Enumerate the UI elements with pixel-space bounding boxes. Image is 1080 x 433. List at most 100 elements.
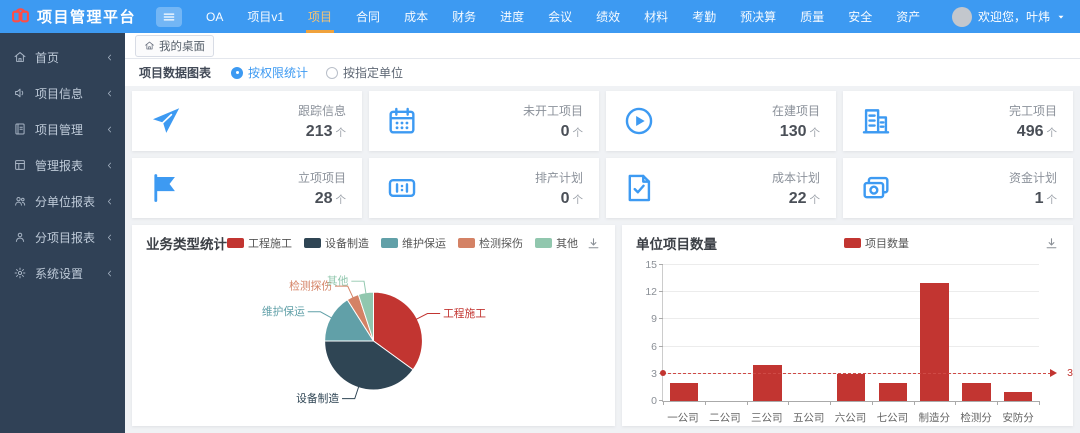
download-icon (586, 236, 601, 251)
top-menu-item-材料[interactable]: 材料 (632, 0, 680, 33)
top-menu-item-进度[interactable]: 进度 (488, 0, 536, 33)
sidebar-item-系统设置[interactable]: 系统设置 (0, 255, 125, 291)
play-circle-icon (622, 104, 656, 138)
sidebar-item-分项目报表[interactable]: 分项目报表 (0, 219, 125, 255)
home-icon (13, 50, 27, 64)
pie-panel: 业务类型统计 工程施工 设备制造 维护保运 检测探伤 其他 (132, 225, 615, 426)
stat-card-成本计划[interactable]: 成本计划 22个 (606, 158, 836, 218)
card-icon-holder (859, 171, 893, 205)
radio-label: 按权限统计 (248, 64, 308, 81)
top-menu-item-财务[interactable]: 财务 (440, 0, 488, 33)
sidebar-item-项目管理[interactable]: 项目管理 (0, 111, 125, 147)
bar-panel-title: 单位项目数量 (636, 233, 717, 253)
top-menu-item-合同[interactable]: 合同 (344, 0, 392, 33)
pie-panel-header: 业务类型统计 工程施工 设备制造 维护保运 检测探伤 其他 (132, 225, 615, 255)
chevron-holder (104, 266, 115, 280)
radio-按权限统计[interactable]: 按权限统计 (231, 64, 308, 81)
top-menu-item-预决算[interactable]: 预决算 (728, 0, 788, 33)
legend-item-检测探伤[interactable]: 检测探伤 (458, 235, 523, 251)
markline-label: 3 (1067, 367, 1073, 379)
bar-chart-area: 03691215 3 一公司二公司三公司五公司六公司七公司制造分检测分安防分 (634, 255, 1039, 424)
pie-panel-title: 业务类型统计 (146, 233, 227, 253)
stat-card-未开工项目[interactable]: 未开工项目 0个 (369, 91, 599, 151)
x-axis-tick (747, 401, 748, 405)
legend-item-工程施工[interactable]: 工程施工 (227, 235, 292, 251)
stat-card-在建项目[interactable]: 在建项目 130个 (606, 91, 836, 151)
top-menu-item-OA[interactable]: OA (194, 0, 235, 33)
card-value: 1个 (1009, 190, 1057, 208)
top-menu-item-绩效[interactable]: 绩效 (584, 0, 632, 33)
bar-六公司[interactable] (837, 374, 865, 401)
bar-制造分[interactable] (920, 283, 948, 401)
sidebar-item-分单位报表[interactable]: 分单位报表 (0, 183, 125, 219)
stat-card-资金计划[interactable]: 资金计划 1个 (843, 158, 1073, 218)
card-unit: 个 (573, 127, 584, 139)
pie-label: 工程施工 (443, 307, 486, 320)
top-menu-item-考勤[interactable]: 考勤 (680, 0, 728, 33)
radio-按指定单位[interactable]: 按指定单位 (326, 64, 403, 81)
sidebar: 首页 项目信息 项目管理 管理报表 分单位报表 分项目报表 系统设置 (0, 33, 125, 433)
bar-安防分[interactable] (1004, 392, 1032, 401)
x-axis-label: 一公司 (662, 406, 704, 422)
bar-三公司[interactable] (753, 365, 781, 401)
top-menu-item-质量[interactable]: 质量 (788, 0, 836, 33)
hamburger-button[interactable] (156, 7, 182, 27)
bar-检测分[interactable] (962, 383, 990, 401)
pie-label: 维护保运 (262, 305, 305, 318)
top-menu-item-会议[interactable]: 会议 (536, 0, 584, 33)
logo-icon-holder (10, 6, 31, 27)
card-unit: 个 (1047, 127, 1058, 139)
gridline (663, 318, 1039, 319)
legend-swatch (227, 238, 244, 248)
welcome-text: 欢迎您，叶炜 (978, 8, 1050, 25)
bar-七公司[interactable] (879, 383, 907, 401)
stat-card-立项项目[interactable]: 立项项目 28个 (132, 158, 362, 218)
legend-item-其他[interactable]: 其他 (535, 235, 578, 251)
app-logo[interactable]: 项目管理平台 (0, 6, 152, 27)
bar-download-button[interactable] (1044, 235, 1059, 250)
chevron-holder (104, 158, 115, 172)
card-unit: 个 (336, 194, 347, 206)
top-menu-item-安全[interactable]: 安全 (836, 0, 884, 33)
user-menu[interactable]: 欢迎您，叶炜 (952, 7, 1080, 27)
sidebar-item-项目信息[interactable]: 项目信息 (0, 75, 125, 111)
legend-item-设备制造[interactable]: 设备制造 (304, 235, 369, 251)
top-menu-item-成本[interactable]: 成本 (392, 0, 440, 33)
card-unit: 个 (810, 127, 821, 139)
x-axis-tick (872, 401, 873, 405)
x-axis-tick (1039, 401, 1040, 405)
stat-card-完工项目[interactable]: 完工项目 496个 (843, 91, 1073, 151)
stat-card-排产计划[interactable]: 排产计划 0个 (369, 158, 599, 218)
breadcrumb-tab-my-desktop[interactable]: 我的桌面 (135, 35, 214, 57)
paper-plane-icon (148, 104, 182, 138)
building-icon (859, 104, 893, 138)
chevron-left-icon (104, 124, 115, 135)
top-menu-item-项目v1[interactable]: 项目v1 (235, 0, 296, 33)
pie-download-button[interactable] (586, 235, 601, 250)
legend-item-维护保运[interactable]: 维护保运 (381, 235, 446, 251)
legend-label: 工程施工 (248, 235, 292, 251)
pie-label: 检测探伤 (289, 280, 332, 293)
card-text: 在建项目 130个 (772, 102, 820, 141)
stat-card-跟踪信息[interactable]: 跟踪信息 213个 (132, 91, 362, 151)
sidebar-item-label: 首页 (35, 49, 96, 66)
chevron-left-icon (104, 232, 115, 243)
bar-一公司[interactable] (670, 383, 698, 401)
legend-swatch (844, 238, 861, 248)
card-value: 213个 (298, 123, 346, 141)
pie-label-line (335, 286, 353, 298)
top-menu-item-项目[interactable]: 项目 (296, 0, 344, 33)
home-icon (144, 40, 155, 51)
sidebar-item-管理报表[interactable]: 管理报表 (0, 147, 125, 183)
card-value: 28个 (298, 190, 346, 208)
legend-swatch (381, 238, 398, 248)
volume-icon (13, 86, 27, 100)
chevron-left-icon (104, 196, 115, 207)
legend-label: 其他 (556, 235, 578, 251)
sidebar-item-首页[interactable]: 首页 (0, 39, 125, 75)
x-axis-label: 检测分 (955, 406, 997, 422)
avatar (952, 7, 972, 27)
legend-item-项目数量[interactable]: 项目数量 (844, 235, 909, 251)
top-menu-item-资产[interactable]: 资产 (884, 0, 932, 33)
gridline (663, 346, 1039, 347)
